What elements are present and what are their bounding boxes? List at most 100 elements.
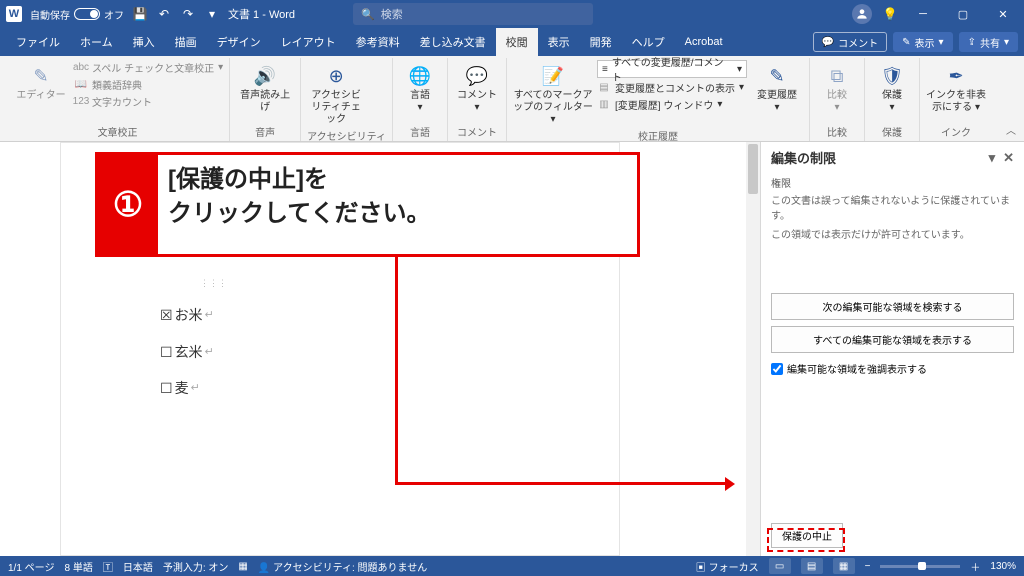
share-icon: ⇪ xyxy=(968,37,976,48)
language-indicator[interactable]: 日本語 xyxy=(123,559,153,574)
undo-icon[interactable]: ↶ xyxy=(156,6,172,22)
coming-soon-icon[interactable]: 💡 xyxy=(882,6,898,22)
thesaurus-icon: 📖 xyxy=(74,78,88,92)
chevron-down-icon: ▾ xyxy=(717,99,722,110)
read-mode-icon[interactable]: ▭ xyxy=(769,558,791,574)
show-all-regions-button[interactable]: すべての編集可能な領域を表示する xyxy=(771,326,1014,353)
scroll-thumb[interactable] xyxy=(748,144,758,194)
search-box[interactable]: 🔍 検索 xyxy=(353,3,593,25)
protect-button[interactable]: 🛡 保護▾ xyxy=(871,60,913,114)
zoom-slider[interactable] xyxy=(880,565,960,568)
tab-developer[interactable]: 開発 xyxy=(580,28,622,56)
text-icon[interactable]: 🅃 xyxy=(103,559,113,574)
comment-pill[interactable]: 💬コメント xyxy=(813,32,887,52)
word-count[interactable]: 8 単語 xyxy=(64,559,92,574)
print-layout-icon[interactable]: ▤ xyxy=(801,558,823,574)
compare-label: 比較 xyxy=(827,90,847,101)
wordcount-button[interactable]: 123文字カウント xyxy=(74,94,223,109)
accessibility-status[interactable]: 👤 アクセシビリティ: 問題ありません xyxy=(258,559,427,574)
pane-title: 編集の制限 xyxy=(771,148,836,167)
collapse-ribbon-icon[interactable]: ︿ xyxy=(1006,122,1016,137)
qat-dropdown-icon[interactable]: ▾ xyxy=(204,6,220,22)
pane-icon: ▥ xyxy=(597,98,611,112)
list-text: 麦 xyxy=(175,370,189,406)
maximize-button[interactable]: ▢ xyxy=(948,0,978,28)
tab-insert[interactable]: 挿入 xyxy=(123,28,165,56)
read-aloud-button[interactable]: 🔊 音声読み上げ xyxy=(236,60,294,114)
show-changes-button[interactable]: ▤変更履歴とコメントの表示▾ xyxy=(597,80,747,95)
tab-file[interactable]: ファイル xyxy=(6,28,70,56)
minimize-button[interactable]: ─ xyxy=(908,0,938,28)
find-next-region-button[interactable]: 次の編集可能な領域を検索する xyxy=(771,293,1014,320)
markup-combo[interactable]: ≡すべての変更履歴/コメント▾ xyxy=(597,60,747,78)
autosave-toggle[interactable]: 自動保存 オフ xyxy=(30,7,124,22)
tab-mailings[interactable]: 差し込み文書 xyxy=(410,28,496,56)
group-speech-label: 音声 xyxy=(236,122,294,139)
share-pill[interactable]: ⇪共有▾ xyxy=(959,32,1018,52)
save-icon[interactable]: 💾 xyxy=(132,6,148,22)
zoom-level[interactable]: 130% xyxy=(990,561,1016,572)
page-indicator[interactable]: 1/1 ページ xyxy=(8,559,54,574)
a11y-icon: 👤 xyxy=(258,563,270,574)
vertical-scrollbar[interactable] xyxy=(746,142,760,556)
zoom-in-button[interactable]: ＋ xyxy=(970,559,980,574)
language-button[interactable]: 🌐 言語▾ xyxy=(399,60,441,114)
annotation-line2: クリックしてください。 xyxy=(168,200,431,227)
tab-acrobat[interactable]: Acrobat xyxy=(675,28,733,56)
checkbox-input[interactable] xyxy=(771,363,783,375)
stop-protection-button[interactable]: 保護の中止 xyxy=(771,523,843,548)
group-language: 🌐 言語▾ 言語 xyxy=(393,58,448,141)
markup-filter-button[interactable]: 📝 すべてのマークアップのフィルター ▾ xyxy=(513,60,593,126)
group-language-label: 言語 xyxy=(399,122,441,139)
tracking-pane-button[interactable]: ▥ [変更履歴] ウィンドウ ▾ xyxy=(597,97,747,112)
web-layout-icon[interactable]: ▦ xyxy=(833,558,855,574)
checkbox-mark: ☒ xyxy=(160,297,173,333)
focus-mode[interactable]: ▣ フォーカス xyxy=(696,559,759,574)
pane-options-icon[interactable]: ▾ xyxy=(989,150,996,166)
tab-draw[interactable]: 描画 xyxy=(165,28,207,56)
focus-icon: ▣ xyxy=(696,563,706,574)
group-tracking: 📝 すべてのマークアップのフィルター ▾ ≡すべての変更履歴/コメント▾ ▤変更… xyxy=(507,58,810,141)
ime-indicator[interactable]: 予測入力: オン xyxy=(163,559,229,574)
tab-references[interactable]: 参考資料 xyxy=(346,28,410,56)
pane-close-icon[interactable]: ✕ xyxy=(1003,150,1014,166)
document-title: 文書 1 - Word xyxy=(228,6,295,22)
pane-desc2: この領域では表示だけが許可されています。 xyxy=(771,228,1014,243)
user-avatar[interactable] xyxy=(852,4,872,24)
annotation-text: [保護の中止]を クリックしてください。 xyxy=(158,155,637,254)
comment-pill-label: コメント xyxy=(838,35,878,50)
globe-icon: 🌐 xyxy=(408,64,432,88)
chevron-down-icon: ▾ xyxy=(475,102,480,113)
compare-button[interactable]: ⧉ 比較▾ xyxy=(816,60,858,114)
tab-review[interactable]: 校閲 xyxy=(496,28,538,56)
tab-home[interactable]: ホーム xyxy=(70,28,123,56)
editor-button[interactable]: ✎ エディター xyxy=(12,60,70,102)
tab-help[interactable]: ヘルプ xyxy=(622,28,675,56)
annotation-number: ① xyxy=(98,155,158,254)
track-changes-button[interactable]: ✎ 変更履歴▾ xyxy=(751,60,803,114)
comment-button[interactable]: 💬 コメント▾ xyxy=(454,60,500,114)
highlight-regions-checkbox[interactable]: 編集可能な領域を強調表示する xyxy=(771,361,1014,376)
thesaurus-button[interactable]: 📖類義語辞典 xyxy=(74,77,223,92)
close-button[interactable]: ✕ xyxy=(988,0,1018,28)
hide-ink-button[interactable]: ✒ インクを非表示にする ▾ xyxy=(926,60,986,114)
tab-view[interactable]: 表示 xyxy=(538,28,580,56)
accessibility-check-button[interactable]: ⊕ アクセシビリティチェック xyxy=(307,60,365,126)
macro-icon[interactable]: ▦ xyxy=(238,561,247,572)
a11y-label: アクセシビリティ: 問題ありません xyxy=(273,563,427,574)
highlight-label: 編集可能な領域を強調表示する xyxy=(787,361,927,376)
ribbon-tabs: ファイル ホーム 挿入 描画 デザイン レイアウト 参考資料 差し込み文書 校閲… xyxy=(0,28,1024,56)
spellcheck-button[interactable]: abcスペル チェックと文章校正▾ xyxy=(74,60,223,75)
tab-layout[interactable]: レイアウト xyxy=(271,28,346,56)
zoom-out-button[interactable]: − xyxy=(865,561,871,572)
search-placeholder: 検索 xyxy=(381,6,403,22)
tracking-pane-label: [変更履歴] ウィンドウ xyxy=(615,97,713,112)
accessibility-icon: ⊕ xyxy=(324,64,348,88)
pane-desc1: この文書は誤って編集されないように保護されています。 xyxy=(771,194,1014,224)
markup-filter-label: すべてのマークアップのフィルター xyxy=(513,90,593,113)
editor-label: エディター xyxy=(16,90,65,102)
workspace: ① [保護の中止]を クリックしてください。 ⋮⋮⋮ ☒お米↵ ☐玄米↵ ☐麦↵… xyxy=(0,142,1024,556)
tab-design[interactable]: デザイン xyxy=(207,28,271,56)
redo-icon[interactable]: ↷ xyxy=(180,6,196,22)
display-pill[interactable]: ✎表示▾ xyxy=(893,32,952,52)
